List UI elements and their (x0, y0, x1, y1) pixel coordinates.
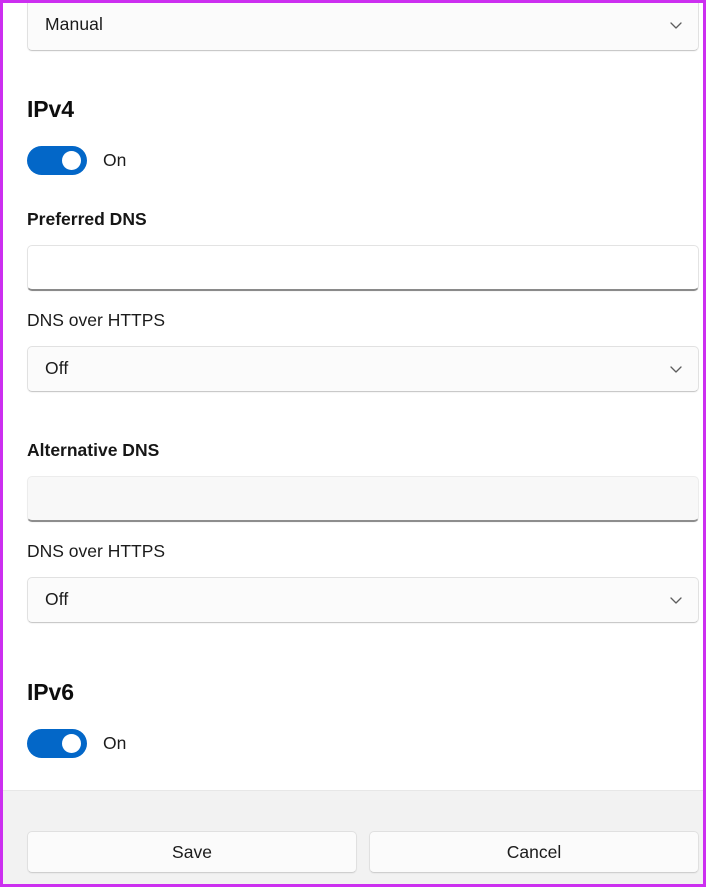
preferred-doh-dropdown[interactable]: Off (27, 346, 699, 392)
dialog-footer: Save Cancel (3, 790, 703, 884)
ipv4-toggle-switch[interactable] (27, 146, 87, 175)
dialog-content-scroll-area[interactable]: Manual IPv4 On Preferred DNS DNS over HT… (3, 3, 703, 790)
ipv6-toggle-row[interactable]: On (27, 729, 126, 758)
ipv4-heading: IPv4 (27, 96, 74, 122)
preferred-dns-input[interactable] (28, 246, 698, 289)
network-settings-dialog: Manual IPv4 On Preferred DNS DNS over HT… (0, 0, 706, 887)
ip-assignment-dropdown[interactable]: Manual (27, 3, 699, 51)
ipv6-toggle-state-label: On (103, 732, 127, 753)
ipv6-toggle-knob (62, 734, 81, 753)
alternative-dns-input[interactable] (28, 477, 698, 520)
ipv6-heading: IPv6 (27, 679, 74, 705)
chevron-down-icon (668, 17, 684, 33)
alternative-doh-dropdown[interactable]: Off (27, 577, 699, 623)
preferred-doh-value: Off (45, 358, 69, 379)
alternative-doh-value: Off (45, 589, 69, 610)
chevron-down-icon (668, 361, 684, 377)
preferred-doh-label: DNS over HTTPS (27, 310, 166, 330)
ipv4-toggle-state-label: On (103, 149, 127, 170)
cancel-button[interactable]: Cancel (369, 831, 699, 873)
preferred-dns-field[interactable] (27, 245, 699, 291)
chevron-down-icon (668, 592, 684, 608)
ipv6-toggle-switch[interactable] (27, 729, 87, 758)
alternative-dns-field[interactable] (27, 476, 699, 522)
ipv4-toggle-row[interactable]: On (27, 146, 126, 175)
alternative-dns-label: Alternative DNS (27, 440, 160, 460)
save-button[interactable]: Save (27, 831, 357, 873)
preferred-dns-label: Preferred DNS (27, 209, 147, 229)
alternative-doh-label: DNS over HTTPS (27, 541, 166, 561)
ipv4-toggle-knob (62, 151, 81, 170)
ip-assignment-value: Manual (45, 14, 103, 35)
